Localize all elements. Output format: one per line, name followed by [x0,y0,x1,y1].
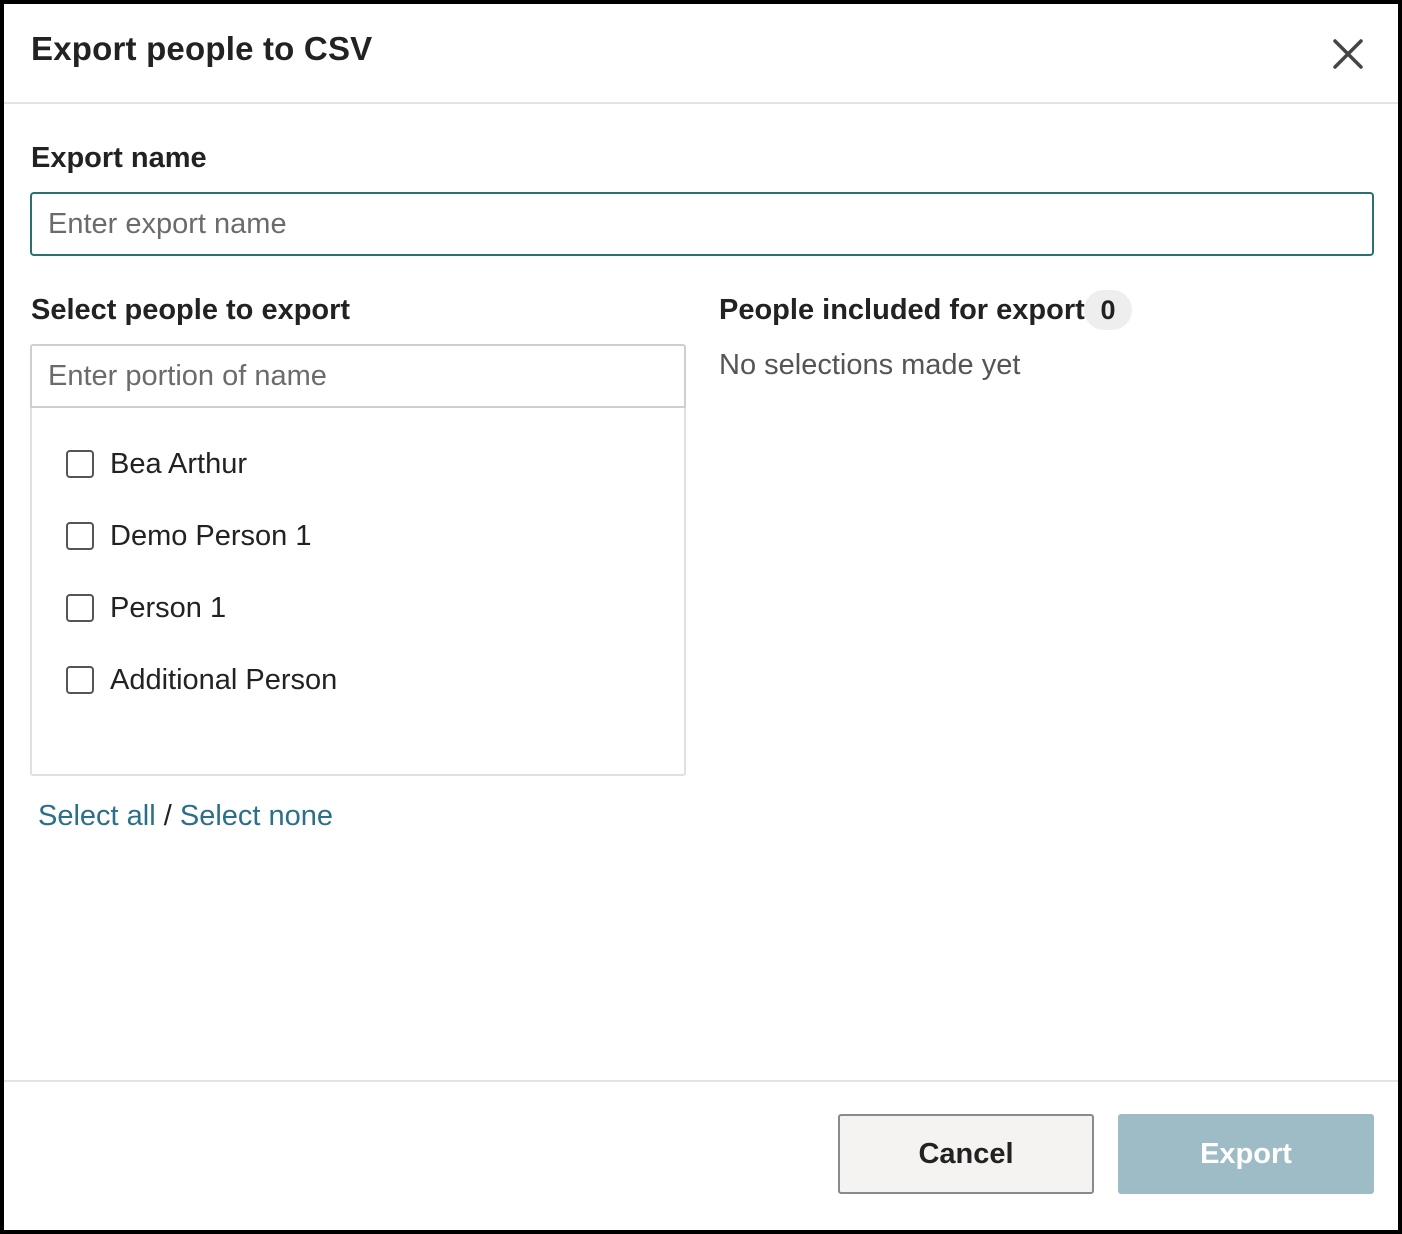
list-item[interactable]: Demo Person 1 [66,516,312,556]
list-item[interactable]: Person 1 [66,588,226,628]
checkbox[interactable] [66,666,94,694]
people-search-input[interactable] [30,344,686,408]
dialog-title: Export people to CSV [31,30,373,67]
list-item-label: Bea Arthur [110,447,248,480]
export-name-label: Export name [31,142,207,174]
list-item-label: Demo Person 1 [110,519,312,552]
export-name-input[interactable] [30,192,1374,256]
link-separator: / [163,800,172,832]
select-all-link[interactable]: Select all [38,800,156,832]
select-none-link[interactable]: Select none [180,800,333,832]
checkbox[interactable] [66,522,94,550]
select-links: Select all / Select none [38,800,333,833]
export-button[interactable]: Export [1118,1114,1374,1194]
list-item-label: Person 1 [110,591,227,624]
select-people-label: Select people to export [31,294,351,326]
checkbox[interactable] [66,450,94,478]
checkbox[interactable] [66,594,94,622]
empty-selection-text: No selections made yet [719,349,1021,381]
footer-divider [4,1080,1398,1082]
cancel-button[interactable]: Cancel [838,1114,1094,1194]
list-item-label: Additional Person [110,663,338,696]
list-item[interactable]: Additional Person [66,660,337,700]
included-label: People included for export [719,294,1085,326]
list-item[interactable]: Bea Arthur [66,444,247,484]
close-icon[interactable] [1330,36,1366,72]
included-count-badge: 0 [1084,290,1132,330]
dialog-header: Export people to CSV [4,4,1398,104]
people-list: Bea Arthur Demo Person 1 Person 1 Additi… [30,408,686,776]
export-dialog: Export people to CSV Export name Select … [4,4,1398,1230]
